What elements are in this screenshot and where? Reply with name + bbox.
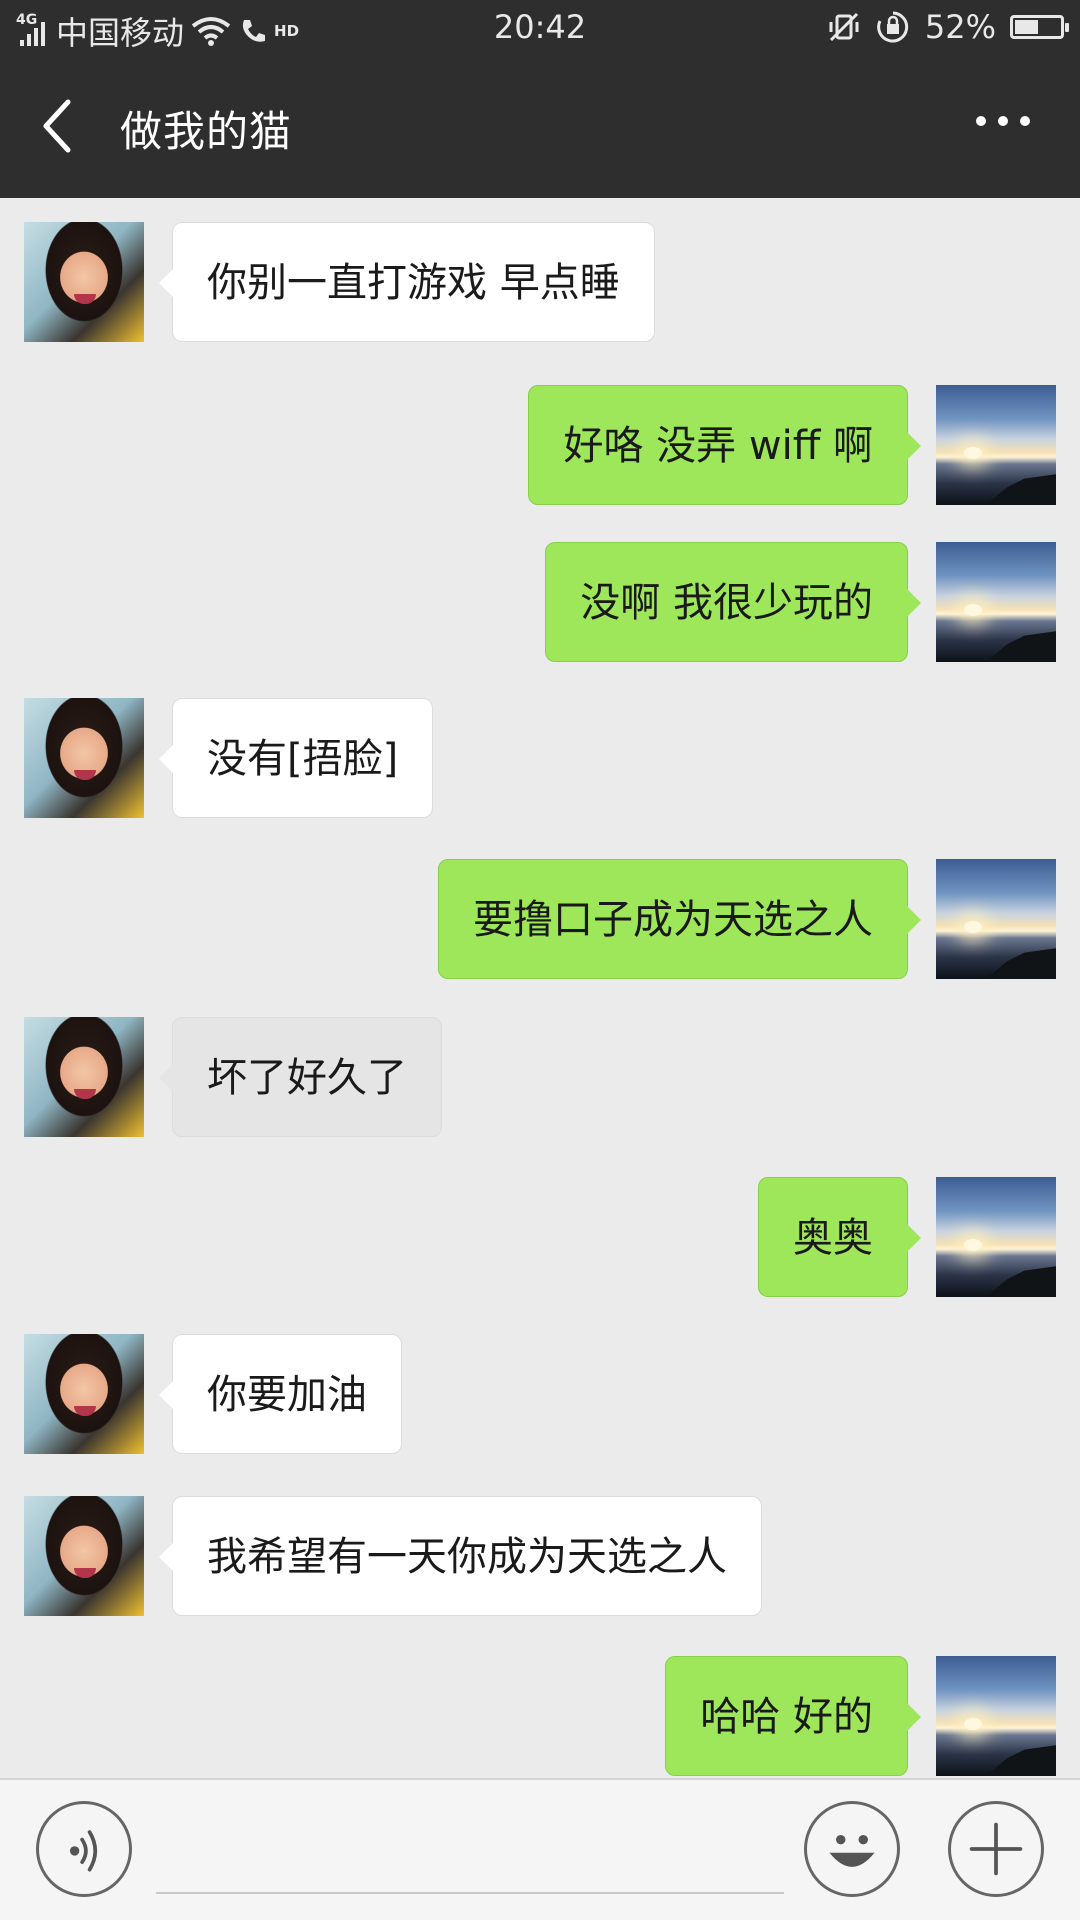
my-avatar[interactable] — [936, 1656, 1056, 1776]
message-list[interactable]: 你别一直打游戏 早点睡好咯 没弄 wiff 啊没啊 我很少玩的没有[捂脸] 要撸口… — [0, 198, 1080, 1778]
message-text: 没有[捂脸] — [207, 736, 399, 782]
outgoing-message: 好咯 没弄 wiff 啊 — [0, 385, 1080, 505]
message-text: 你要加油 — [207, 1372, 367, 1418]
mute-vibrate-icon — [829, 12, 859, 42]
chat-title: 做我的猫 — [120, 107, 293, 156]
message-input[interactable] — [156, 1804, 784, 1894]
message-text: 没啊 我很少玩的 — [580, 580, 873, 626]
incoming-message: 你别一直打游戏 早点睡 — [0, 222, 1080, 342]
back-button[interactable] — [34, 96, 84, 156]
outgoing-message: 要撸口子成为天选之人 — [0, 859, 1080, 979]
outgoing-message: 哈哈 好的 — [0, 1656, 1080, 1776]
incoming-message: 我希望有一天你成为天选之人 — [0, 1496, 1080, 1616]
message-bubble[interactable]: 没啊 我很少玩的 — [545, 542, 921, 662]
message-text: 坏了好久了 — [207, 1055, 407, 1101]
incoming-message: 坏了好久了 — [0, 1017, 1080, 1137]
battery-percent: 52% — [924, 8, 996, 46]
message-bubble[interactable]: 你要加油 — [159, 1334, 402, 1454]
message-bubble[interactable]: 没有[捂脸] — [159, 698, 434, 818]
emoji-button[interactable] — [804, 1801, 900, 1897]
message-text: 奥奥 — [793, 1215, 873, 1261]
message-text: 要撸口子成为天选之人 — [473, 897, 873, 943]
contact-avatar[interactable] — [24, 1496, 144, 1616]
battery-icon — [1010, 15, 1069, 39]
rotation-lock-icon — [877, 11, 909, 43]
message-text: 我希望有一天你成为天选之人 — [207, 1534, 727, 1580]
app-header: 4G 中国移动 HD 20:42 52% 做我的猫 — [0, 0, 1080, 198]
message-bubble[interactable]: 坏了好久了 — [159, 1017, 442, 1137]
message-bubble[interactable]: 要撸口子成为天选之人 — [438, 859, 921, 979]
input-bar — [0, 1778, 1080, 1920]
message-text: 你别一直打游戏 早点睡 — [207, 260, 620, 306]
plus-button[interactable] — [948, 1801, 1044, 1897]
message-bubble[interactable]: 我希望有一天你成为天选之人 — [159, 1496, 762, 1616]
message-bubble[interactable]: 奥奥 — [758, 1177, 921, 1297]
more-options-button[interactable] — [976, 116, 1030, 126]
outgoing-message: 没啊 我很少玩的 — [0, 542, 1080, 662]
plus-icon — [969, 1822, 1023, 1876]
voice-button[interactable] — [36, 1801, 132, 1897]
status-bar: 4G 中国移动 HD 20:42 52% — [0, 0, 1080, 56]
my-avatar[interactable] — [936, 859, 1056, 979]
my-avatar[interactable] — [936, 1177, 1056, 1297]
message-text: 好咯 没弄 wiff 啊 — [563, 423, 873, 469]
emoji-icon — [829, 1834, 875, 1867]
contact-avatar[interactable] — [24, 222, 144, 342]
my-avatar[interactable] — [936, 385, 1056, 505]
voice-icon — [69, 1830, 98, 1872]
message-bubble[interactable]: 哈哈 好的 — [665, 1656, 921, 1776]
message-bubble[interactable]: 你别一直打游戏 早点睡 — [159, 222, 655, 342]
my-avatar[interactable] — [936, 542, 1056, 662]
incoming-message: 你要加油 — [0, 1334, 1080, 1454]
contact-avatar[interactable] — [24, 698, 144, 818]
chat-screen: 4G 中国移动 HD 20:42 52% 做我的猫 你别一直打游戏 早点睡 好咯… — [0, 0, 1080, 1920]
title-bar: 做我的猫 — [0, 62, 1080, 188]
incoming-message: 没有[捂脸] — [0, 698, 1080, 818]
message-text: 哈哈 好的 — [700, 1694, 873, 1740]
contact-avatar[interactable] — [24, 1334, 144, 1454]
outgoing-message: 奥奥 — [0, 1177, 1080, 1297]
contact-avatar[interactable] — [24, 1017, 144, 1137]
message-bubble[interactable]: 好咯 没弄 wiff 啊 — [528, 385, 921, 505]
